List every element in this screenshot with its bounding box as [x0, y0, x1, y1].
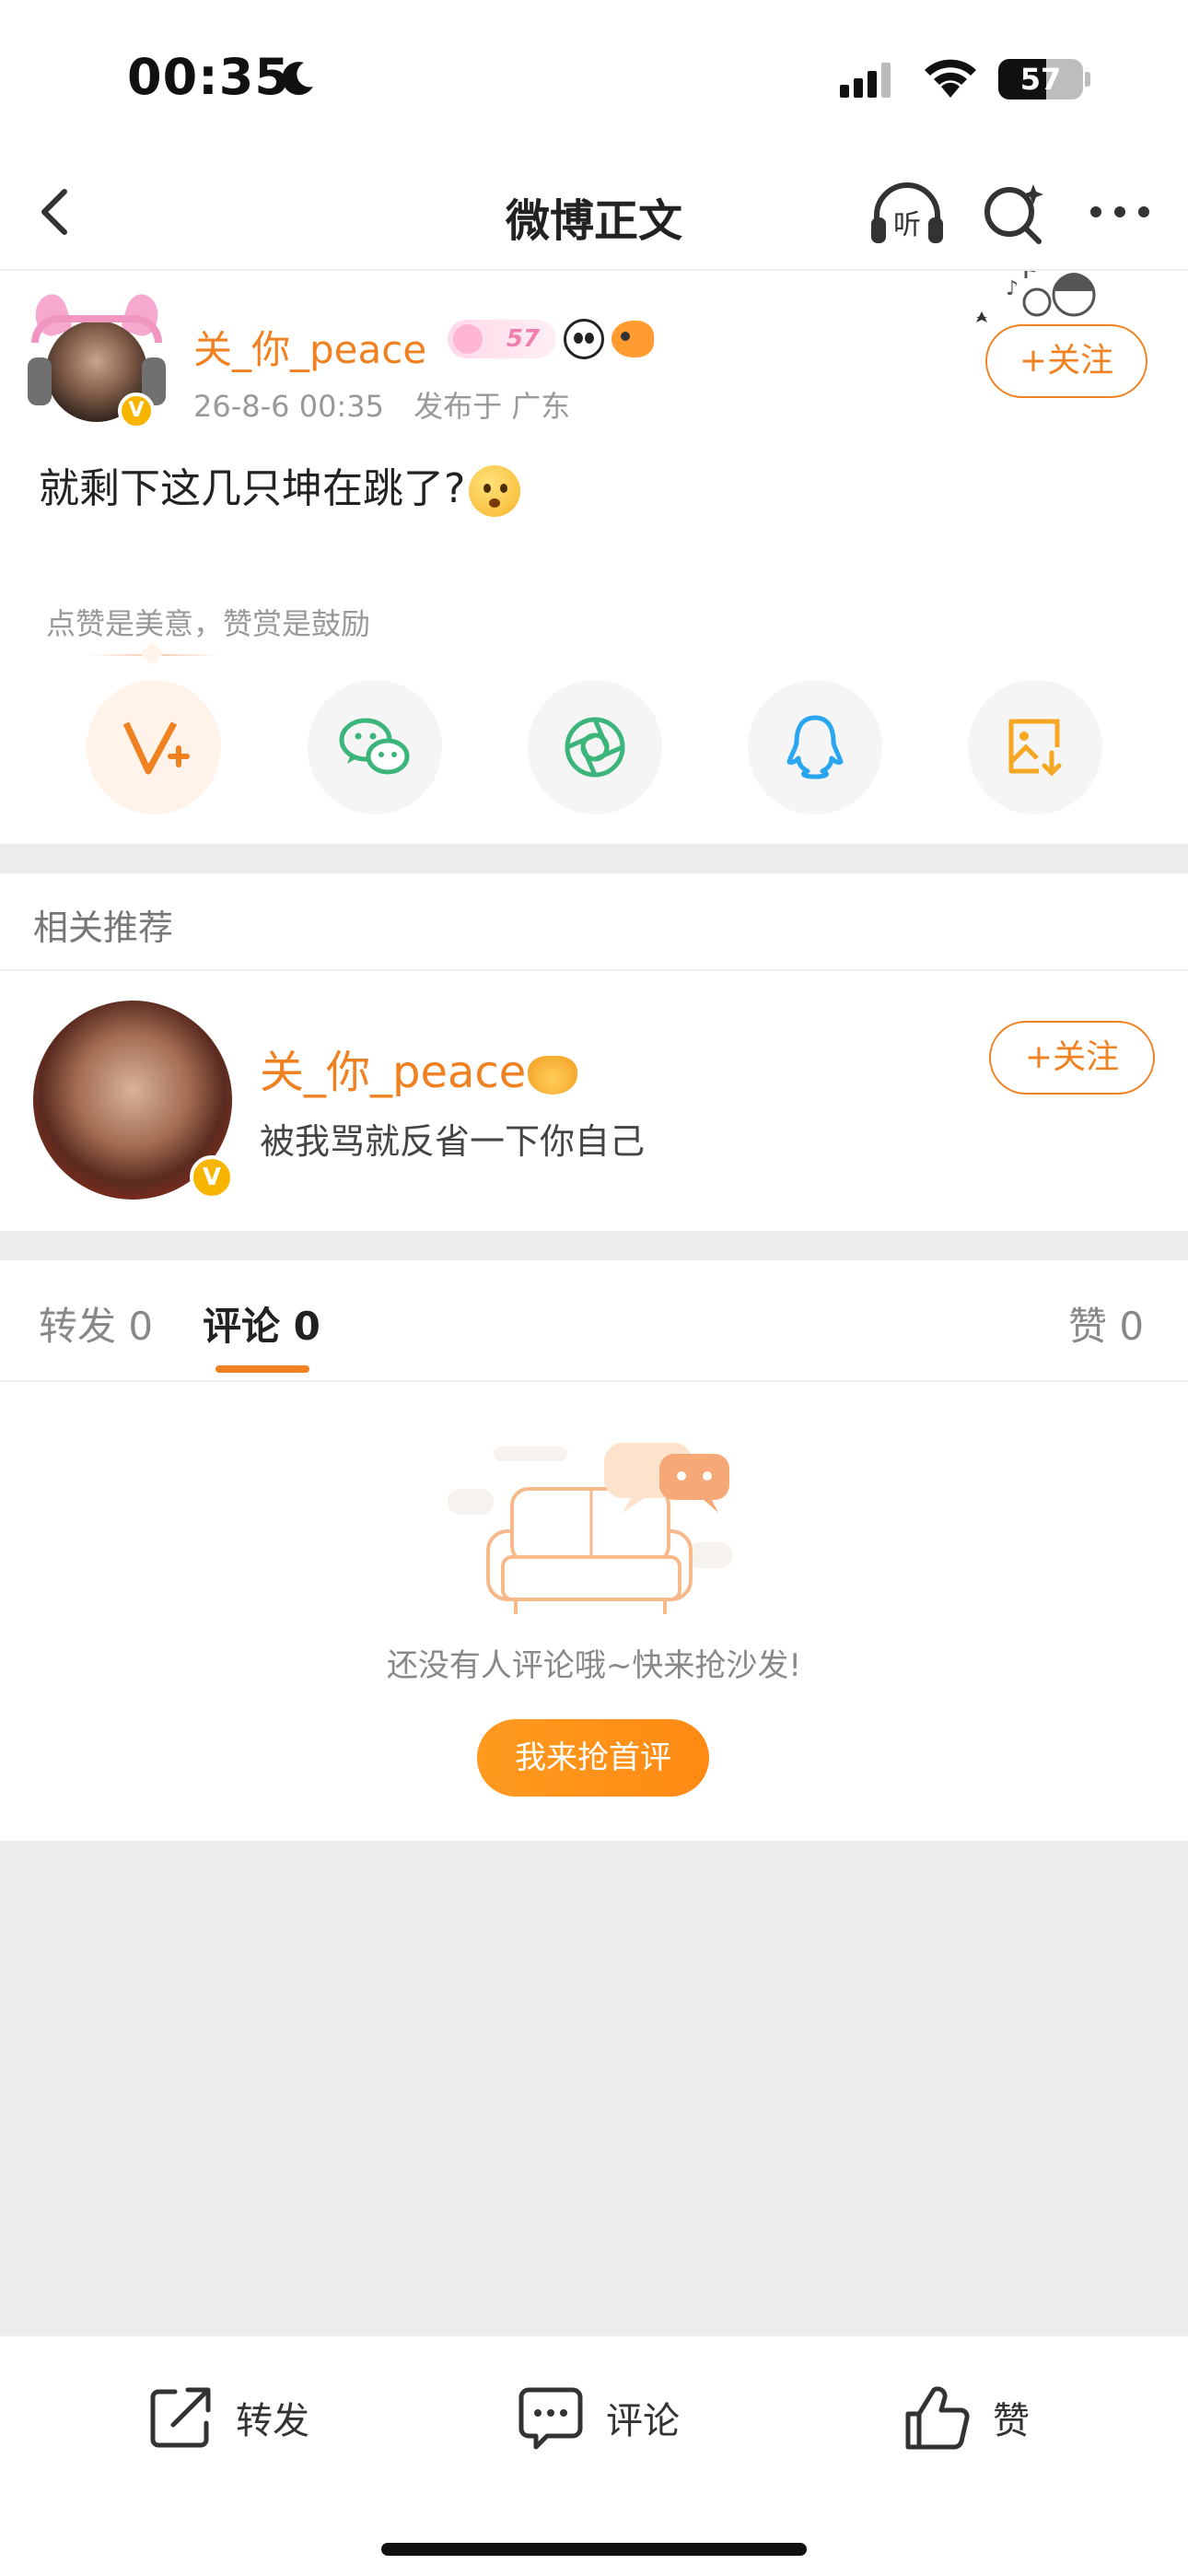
- recommend-name-text: 关_你_peace: [260, 1047, 527, 1098]
- battery-icon: 57: [998, 59, 1083, 100]
- bunny-icon: [453, 324, 483, 354]
- wechat-icon: [339, 718, 410, 775]
- nav-bar: 微博正文 听: [0, 157, 1188, 271]
- share-moments-button[interactable]: [528, 680, 662, 814]
- divider: [0, 969, 1188, 971]
- first-comment-button[interactable]: 我来抢首评: [477, 1719, 709, 1797]
- post-meta: 26-8-6 00:35 发布于 广东: [193, 383, 590, 426]
- moon-icon: [282, 62, 313, 96]
- level-number: 57: [506, 325, 540, 353]
- tip-caret: [140, 641, 164, 665]
- active-tab-indicator: [215, 1365, 309, 1373]
- level-badge: 57: [448, 320, 556, 358]
- repost-action[interactable]: 转发: [146, 2381, 309, 2454]
- thumbs-up-icon: [905, 2386, 970, 2450]
- more-icon[interactable]: [1085, 184, 1155, 240]
- post-date: 26-8-6 00:35: [193, 389, 384, 424]
- comment-icon: [518, 2387, 583, 2450]
- v-plus-icon: [122, 721, 190, 775]
- tab-comment[interactable]: 评论 0: [203, 1295, 320, 1352]
- svg-text:听: 听: [893, 209, 921, 241]
- crown-icon: [528, 1056, 578, 1095]
- post-card: V 关_你_peace 57 26-8-6 00:35 发布于 广东 ♪ +关注…: [0, 271, 1188, 844]
- reward-button[interactable]: [87, 680, 221, 814]
- listen-button[interactable]: 听: [868, 177, 947, 251]
- like-label: 赞: [993, 2400, 1030, 2442]
- post-text: 就剩下这几只坤在跳了?: [39, 455, 521, 517]
- author-avatar[interactable]: V: [28, 290, 166, 431]
- fish-icon: [611, 321, 654, 357]
- home-indicator[interactable]: [381, 2543, 807, 2556]
- divider: [0, 1380, 1188, 1382]
- moments-icon: [565, 717, 625, 778]
- recommend-follow-button[interactable]: +关注: [989, 1021, 1155, 1095]
- verified-icon: V: [118, 392, 155, 429]
- bottom-action-bar: 转发 评论 赞: [0, 2335, 1188, 2576]
- author-name[interactable]: 关_你_peace: [193, 319, 426, 375]
- empty-message: 还没有人评论哦~快来抢沙发!: [386, 1647, 802, 1684]
- svg-text:♪: ♪: [1006, 277, 1019, 300]
- comment-action[interactable]: 评论: [516, 2381, 680, 2454]
- share-wechat-button[interactable]: [308, 680, 442, 814]
- post-text-content: 就剩下这几只坤在跳了?: [39, 465, 466, 512]
- wifi-icon: [925, 59, 976, 98]
- recommend-name[interactable]: 关_你_peace: [260, 1036, 578, 1100]
- headphones-icon: 听: [871, 182, 943, 243]
- share-icon: [150, 2387, 211, 2448]
- save-image-icon: [1008, 719, 1062, 777]
- battery-percent: 57: [1019, 62, 1062, 97]
- cellular-signal-icon: [840, 63, 891, 98]
- battery-tip: [1085, 72, 1090, 87]
- thinking-face-icon: [469, 465, 521, 517]
- share-qq-button[interactable]: [748, 680, 882, 814]
- section-title: 相关推荐: [33, 907, 174, 948]
- avatar-frame-headband: [31, 315, 162, 343]
- empty-sofa-illustration: [448, 1443, 733, 1614]
- reward-tip: 点赞是美意，赞赏是鼓励: [46, 606, 371, 641]
- like-action[interactable]: 赞: [903, 2381, 1030, 2454]
- repost-label: 转发: [236, 2400, 309, 2442]
- verified-icon: V: [190, 1155, 234, 1200]
- save-image-button[interactable]: [968, 680, 1102, 814]
- tab-like[interactable]: 赞 0: [1068, 1295, 1144, 1352]
- follow-button[interactable]: +关注: [985, 324, 1147, 398]
- tab-repost[interactable]: 转发 0: [39, 1295, 153, 1352]
- comment-label: 评论: [606, 2400, 680, 2442]
- status-time: 00:35: [127, 48, 290, 106]
- search-icon[interactable]: [978, 177, 1052, 251]
- comments-section: 转发 0 评论 0 赞 0 还没有人评论哦~快来抢沙发! 我来抢首评: [0, 1260, 1188, 1841]
- post-location: 发布于 广东: [413, 389, 571, 424]
- recommend-description: 被我骂就反省一下你自己: [260, 1121, 646, 1162]
- avatar-frame-earphone: [28, 357, 52, 405]
- related-recommendation: 相关推荐 V 关_你_peace 被我骂就反省一下你自己 +关注: [0, 873, 1188, 1231]
- author-badges: 57: [448, 317, 654, 361]
- qq-icon: [786, 715, 844, 779]
- panda-icon: [564, 319, 604, 359]
- status-bar: 00:35 57: [0, 0, 1188, 157]
